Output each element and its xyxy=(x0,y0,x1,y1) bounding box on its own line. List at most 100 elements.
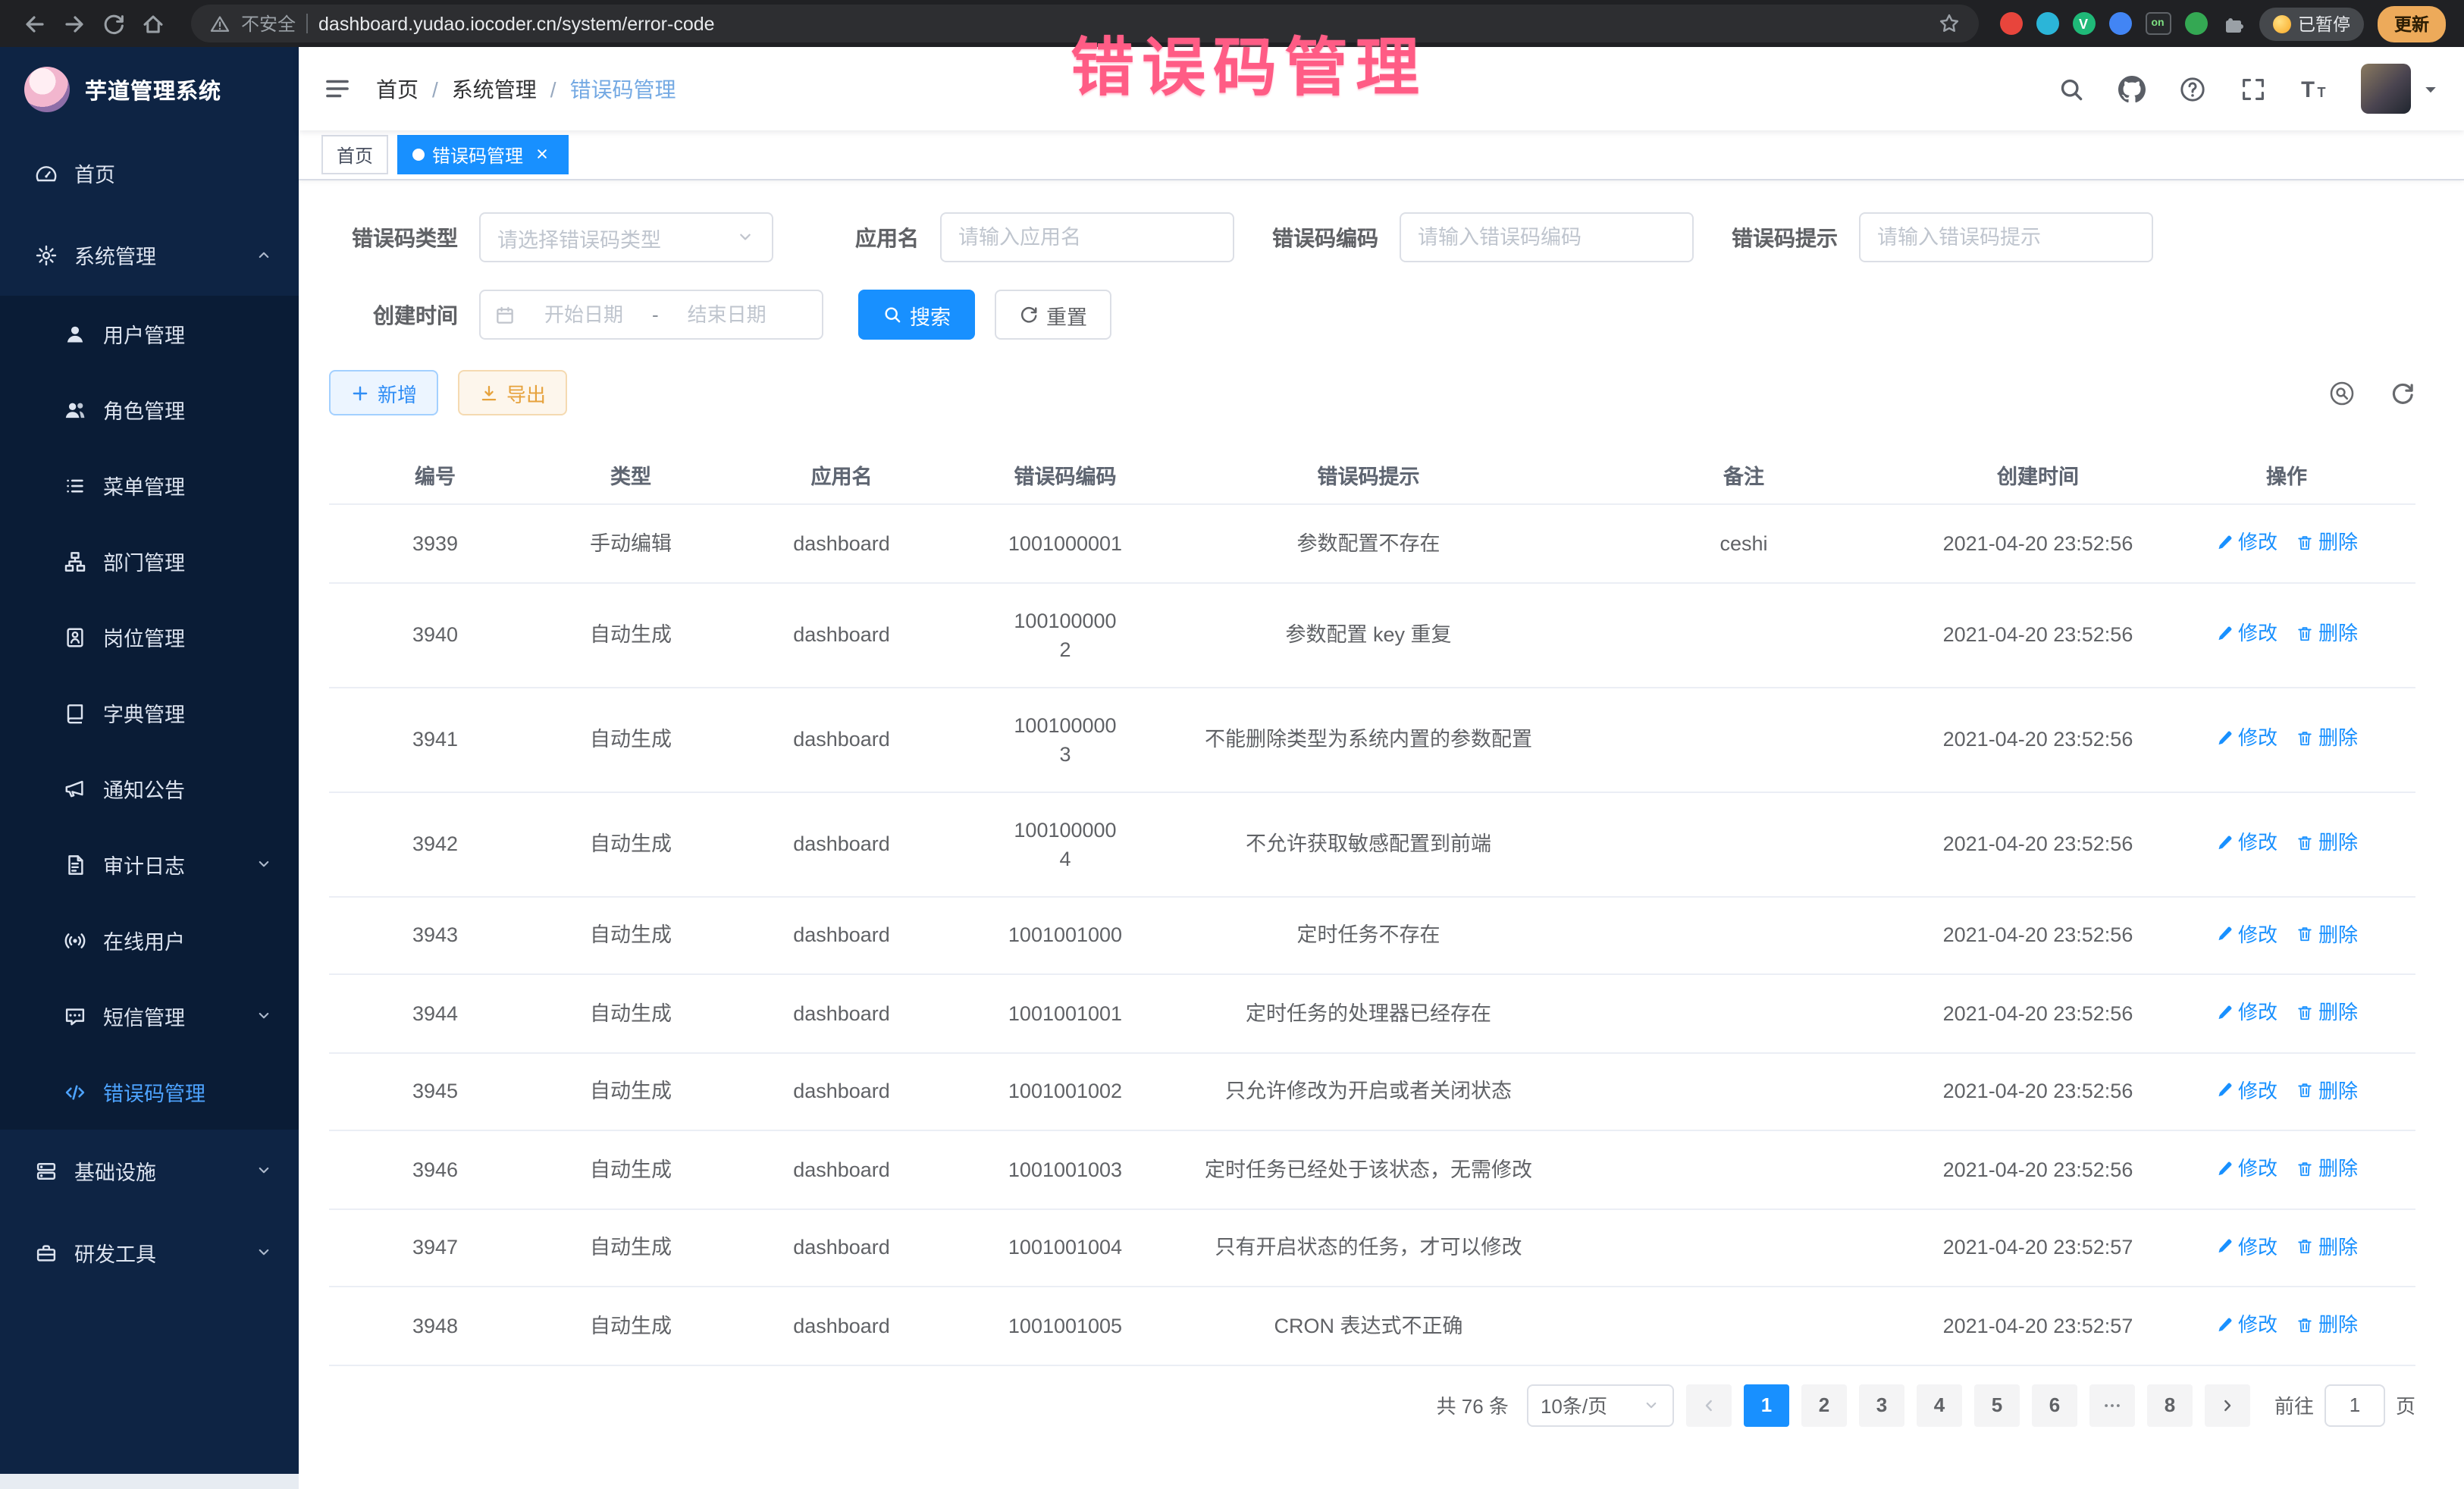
sidebar-item-notice-announcement[interactable]: 通知公告 xyxy=(0,751,299,826)
errcode-code-input[interactable] xyxy=(1418,226,1676,249)
extensions-puzzle-icon[interactable] xyxy=(2221,11,2245,36)
extension-icon-green[interactable] xyxy=(2184,12,2207,35)
fullscreen-button[interactable] xyxy=(2240,75,2267,102)
sidebar-item-home[interactable]: 首页 xyxy=(0,132,299,214)
browser-back-button[interactable] xyxy=(18,7,52,40)
sidebar-item-dept-management[interactable]: 部门管理 xyxy=(0,523,299,599)
browser-reload-button[interactable] xyxy=(97,7,130,40)
start-date-input[interactable] xyxy=(523,303,644,326)
column-header-created: 创建时间 xyxy=(1918,449,2158,504)
extension-icon-red[interactable] xyxy=(1999,12,2022,35)
header-search-button[interactable] xyxy=(2058,75,2085,102)
edit-link[interactable]: 修改 xyxy=(2215,619,2277,648)
cell-app: dashboard xyxy=(720,792,963,896)
delete-link[interactable]: 删除 xyxy=(2296,1154,2358,1183)
browser-home-button[interactable] xyxy=(136,7,170,40)
extension-icon-green-v[interactable]: V xyxy=(2072,12,2095,35)
delete-link[interactable]: 删除 xyxy=(2296,1310,2358,1339)
tag-error-code[interactable]: 错误码管理 xyxy=(397,135,569,174)
sidebar-item-dict-management[interactable]: 字典管理 xyxy=(0,675,299,751)
refresh-table-button[interactable] xyxy=(2390,380,2415,406)
browser-update-button[interactable]: 更新 xyxy=(2378,5,2446,42)
tag-home[interactable]: 首页 xyxy=(321,135,388,174)
pager-page-3[interactable]: 3 xyxy=(1859,1384,1904,1426)
delete-link[interactable]: 删除 xyxy=(2296,619,2358,648)
add-button[interactable]: 新增 xyxy=(329,370,438,415)
delete-link[interactable]: 删除 xyxy=(2296,998,2358,1027)
cell-actions: 修改删除 xyxy=(2158,687,2415,792)
errcode-type-select[interactable]: 请选择错误码类型 xyxy=(479,212,773,262)
fontsize-button[interactable]: TT xyxy=(2300,75,2328,102)
edit-link[interactable]: 修改 xyxy=(2215,829,2277,857)
toggle-search-button[interactable] xyxy=(2329,380,2355,406)
sidebar-toggle-button[interactable] xyxy=(320,72,353,105)
user-menu[interactable] xyxy=(2361,64,2440,114)
cell-actions: 修改删除 xyxy=(2158,1287,2415,1365)
breadcrumb-home[interactable]: 首页 xyxy=(376,74,419,104)
cell-type: 自动生成 xyxy=(541,896,720,974)
edit-link[interactable]: 修改 xyxy=(2215,1232,2277,1261)
sidebar-item-sms-management[interactable]: 短信管理 xyxy=(0,978,299,1054)
pager-page-2[interactable]: 2 xyxy=(1801,1384,1847,1426)
sidebar-item-label: 审计日志 xyxy=(103,849,255,879)
filter-row-1: 错误码类型 请选择错误码类型 应用名 错误码编码 错误码提示 xyxy=(329,212,2415,262)
goto-page-input[interactable] xyxy=(2324,1384,2385,1426)
app-logo[interactable]: 芋道管理系统 xyxy=(0,47,299,132)
delete-link[interactable]: 删除 xyxy=(2296,1232,2358,1261)
create-time-range-picker[interactable]: - xyxy=(479,290,823,340)
page-size-select[interactable]: 10条/页 xyxy=(1527,1384,1674,1426)
sidebar-item-error-code-management[interactable]: 错误码管理 xyxy=(0,1054,299,1130)
paused-badge[interactable]: 已暂停 xyxy=(2259,7,2364,40)
errcode-msg-input[interactable] xyxy=(1877,226,2135,249)
sidebar-item-dev-tools[interactable]: 研发工具 xyxy=(0,1212,299,1293)
edit-link[interactable]: 修改 xyxy=(2215,528,2277,556)
extension-icon-blue[interactable] xyxy=(2108,12,2131,35)
search-button[interactable]: 搜索 xyxy=(858,290,975,340)
delete-link[interactable]: 删除 xyxy=(2296,528,2358,556)
pager-page-4[interactable]: 4 xyxy=(1917,1384,1962,1426)
export-button[interactable]: 导出 xyxy=(458,370,567,415)
edit-link[interactable]: 修改 xyxy=(2215,920,2277,948)
pager-page-8[interactable]: 8 xyxy=(2147,1384,2193,1426)
sidebar-item-audit-log[interactable]: 审计日志 xyxy=(0,826,299,902)
delete-link[interactable]: 删除 xyxy=(2296,920,2358,948)
close-icon[interactable] xyxy=(534,145,553,165)
delete-link[interactable]: 删除 xyxy=(2296,724,2358,753)
sidebar-item-role-management[interactable]: 角色管理 xyxy=(0,371,299,447)
edit-link[interactable]: 修改 xyxy=(2215,1154,2277,1183)
cell-code: 1001001000 xyxy=(963,896,1168,974)
delete-link[interactable]: 删除 xyxy=(2296,1076,2358,1105)
sidebar-item-menu-management[interactable]: 菜单管理 xyxy=(0,447,299,523)
sidebar-item-label: 菜单管理 xyxy=(103,470,273,500)
reset-button[interactable]: 重置 xyxy=(995,290,1111,340)
edit-link[interactable]: 修改 xyxy=(2215,1076,2277,1105)
cell-created: 2021-04-20 23:52:56 xyxy=(1918,504,2158,582)
next-page-button[interactable] xyxy=(2205,1384,2250,1426)
extension-icon-teal[interactable] xyxy=(2036,12,2058,35)
pager-page-5[interactable]: 5 xyxy=(1974,1384,2020,1426)
pager-page-6[interactable]: 6 xyxy=(2032,1384,2077,1426)
edit-link[interactable]: 修改 xyxy=(2215,1310,2277,1339)
edit-link[interactable]: 修改 xyxy=(2215,998,2277,1027)
delete-link[interactable]: 删除 xyxy=(2296,829,2358,857)
extension-icon-on-badge[interactable]: on xyxy=(2145,12,2171,35)
breadcrumb-system[interactable]: 系统管理 xyxy=(452,74,537,104)
app-name-input[interactable] xyxy=(958,226,1216,249)
pager-page-1[interactable]: 1 xyxy=(1744,1384,1789,1426)
sidebar-item-post-management[interactable]: 岗位管理 xyxy=(0,599,299,675)
sidebar-item-system-management[interactable]: 系统管理 xyxy=(0,214,299,296)
github-link[interactable] xyxy=(2118,75,2146,102)
docs-help-button[interactable] xyxy=(2179,75,2206,102)
end-date-input[interactable] xyxy=(666,303,788,326)
sidebar-item-online-users[interactable]: 在线用户 xyxy=(0,902,299,978)
pager-more-button[interactable] xyxy=(2089,1384,2135,1426)
cell-message: 参数配置 key 重复 xyxy=(1168,582,1569,687)
cell-created: 2021-04-20 23:52:56 xyxy=(1918,582,2158,687)
bookmark-star-icon[interactable] xyxy=(1937,12,1960,35)
sidebar-item-user-management[interactable]: 用户管理 xyxy=(0,296,299,371)
sidebar-item-infrastructure[interactable]: 基础设施 xyxy=(0,1130,299,1212)
browser-forward-button[interactable] xyxy=(58,7,91,40)
edit-link[interactable]: 修改 xyxy=(2215,724,2277,753)
trash-icon xyxy=(2296,533,2314,551)
prev-page-button[interactable] xyxy=(1686,1384,1732,1426)
